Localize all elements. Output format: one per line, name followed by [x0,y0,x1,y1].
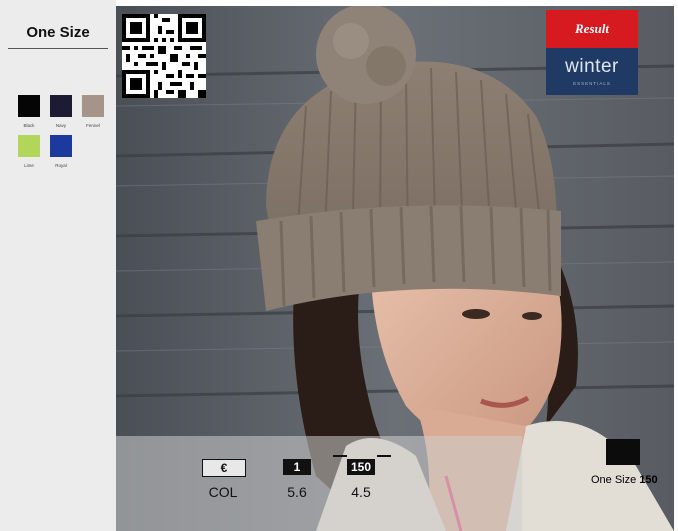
qr-code-icon [122,14,206,98]
size-box-text: One Size 150 [591,474,658,486]
brand-logo: Result winter ESSENTIALS [546,10,638,95]
brand-logo-bottom: winter ESSENTIALS [546,48,638,95]
size-title: One Size [26,24,90,41]
carton-header-rule-left [333,455,347,457]
color-swatch-royal[interactable] [50,135,72,157]
color-label-fennel: Fennel [86,123,100,128]
color-label-black: Black [23,123,35,128]
color-swatch-black[interactable] [18,95,40,117]
pack-header: 1 [283,459,311,475]
brand-logo-sub: ESSENTIALS [573,81,611,86]
color-label-lime: Lime [24,163,34,168]
size-box-label: One Size [591,474,637,486]
brand-logo-word: winter [565,56,619,77]
color-swatch-lime[interactable] [18,135,40,157]
carton-value: 4.5 [351,484,371,500]
carton-box-icon [606,439,640,465]
currency-header: € [202,459,246,477]
color-swatch-navy[interactable] [50,95,72,117]
divider [8,48,108,49]
carton-header-rule-right [377,455,391,457]
color-label-navy: Navy [55,123,67,128]
color-swatch-fennel[interactable] [82,95,104,117]
pack-value: 5.6 [287,484,307,500]
color-label-royal: Royal [55,163,67,168]
carton-header: 150 [347,459,375,475]
brand-logo-top: Result [546,10,638,48]
size-box-count: 150 [639,474,658,486]
sidebar: One Size Black Navy Fennel Lime Royal [0,0,116,531]
currency-value: COL [208,484,238,500]
